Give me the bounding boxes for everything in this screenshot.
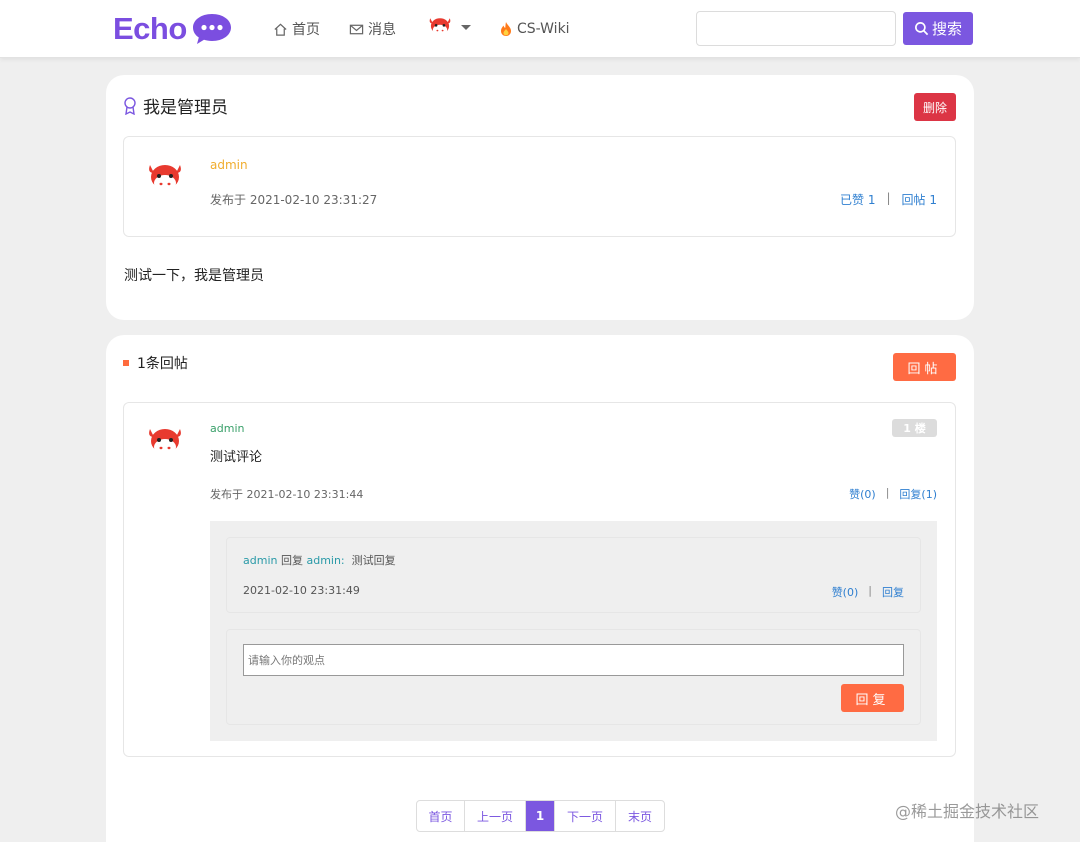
home-icon [274,23,287,36]
page-last-link[interactable]: 末页 [616,801,664,831]
stats-separator: | [868,584,872,597]
sub-reply-line: admin 回复 admin: 测试回复 [243,552,396,568]
post-reply-count-link[interactable]: 回帖 1 [902,191,937,208]
page-current[interactable]: 1 [526,801,555,831]
search-button-label: 搜索 [931,20,962,38]
reply-reply-link[interactable]: 回复(1) [899,486,937,502]
nav-home-label: 首页 [292,22,320,38]
replies-header: 1条回帖 [123,353,188,373]
replies-count: 1条回帖 [137,356,188,372]
nav-home-link[interactable]: 首页 [273,19,320,39]
post-card: 我是管理员 删除 admin 发布于 2021-02-10 23:31:27 已… [106,75,974,320]
sub-reply-to-user[interactable]: admin: [306,554,344,567]
author-avatar-icon[interactable] [144,159,186,195]
sub-reply-item: admin 回复 admin: 测试回复 2021-02-10 23:31:49… [226,537,921,613]
nav-cs-wiki-label: CS-Wiki [517,21,570,37]
page-next-link[interactable]: 下一页 [555,801,616,831]
nav-messages-link[interactable]: 消息 [349,19,396,39]
comment-input[interactable] [243,644,904,676]
reply-post-button[interactable]: 回帖 [893,353,956,381]
delete-post-button[interactable]: 删除 [914,93,956,121]
nav-cs-wiki-link[interactable]: CS-Wiki [499,19,570,39]
top-navbar: Echo 首页 消息 CS-Wiki 搜索 [0,0,1080,58]
watermark: @稀土掘金技术社区 [895,802,1040,821]
reply-time: 发布于 2021-02-10 23:31:44 [210,488,364,501]
page-prev-link[interactable]: 上一页 [465,801,526,831]
pagination: 首页 上一页 1 下一页 末页 [416,800,665,832]
reply-item: admin 1 楼 测试评论 发布于 2021-02-10 23:31:44 赞… [123,402,956,757]
fire-icon [501,22,511,36]
reply-author-name[interactable]: admin [210,422,244,435]
echo-logo[interactable]: Echo [113,10,233,48]
reply-author-avatar-icon[interactable] [144,423,186,459]
logo-text: Echo [113,11,187,46]
envelope-icon [349,24,364,34]
sub-reply-reply-link[interactable]: 回复 [882,584,904,600]
square-bullet-icon [123,360,129,366]
post-stats: 已赞 1 | 回帖 1 [840,191,937,208]
comment-submit-button[interactable]: 回复 [841,684,904,712]
post-content: 测试一下，我是管理员 [124,268,264,284]
cow-avatar-icon [429,18,451,36]
sub-reply-content: 测试回复 [351,554,396,567]
post-publish-time: 发布于 2021-02-10 23:31:27 [210,193,378,207]
sub-reply-stats: 赞(0) | 回复 [832,584,904,600]
floor-badge: 1 楼 [892,419,937,437]
nav-messages-label: 消息 [368,22,396,38]
search-input[interactable] [696,11,896,46]
sub-reply-area: admin 回复 admin: 测试回复 2021-02-10 23:31:49… [210,521,937,741]
post-author-name[interactable]: admin [210,158,248,172]
award-icon [124,96,136,115]
stats-separator: | [885,486,890,499]
search-icon [915,22,929,36]
replies-card: 1条回帖 回帖 admin 1 楼 测试评论 发布于 2021-02-10 23… [106,335,974,842]
chat-bubble-logo-icon [192,14,231,44]
reply-stats: 赞(0) | 回复(1) [849,486,937,502]
sub-reply-from-user[interactable]: admin [243,554,277,567]
user-menu-avatar[interactable] [427,16,457,36]
search-button[interactable]: 搜索 [903,12,973,45]
sub-reply-verb: 回复 [280,554,303,567]
post-title: 我是管理员 [143,98,228,118]
post-title-row: 我是管理员 [123,93,228,118]
post-author-box: admin 发布于 2021-02-10 23:31:27 已赞 1 | 回帖 … [123,136,956,237]
stats-separator: | [886,191,891,205]
page-first-link[interactable]: 首页 [417,801,465,831]
user-menu-caret-icon[interactable] [461,25,471,30]
post-like-link[interactable]: 已赞 1 [840,191,875,208]
reply-content: 测试评论 [210,450,263,465]
comment-form: 回复 [226,629,921,725]
sub-reply-time: 2021-02-10 23:31:49 [243,584,360,597]
sub-reply-like-link[interactable]: 赞(0) [832,584,859,600]
reply-like-link[interactable]: 赞(0) [849,486,876,502]
